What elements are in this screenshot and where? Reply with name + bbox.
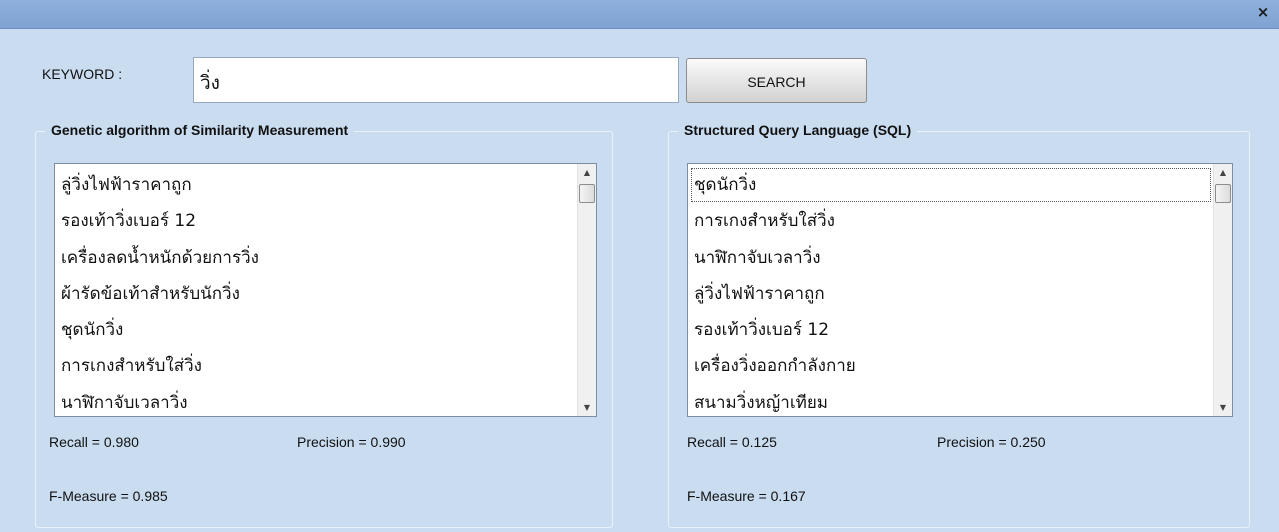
sql-results-listbox[interactable]: ชุดนักวิ่ง การเกงสำหรับใส่วิ่ง นาฬิกาจับ… bbox=[687, 163, 1233, 417]
sql-f-measure: F-Measure = 0.167 bbox=[687, 488, 806, 504]
sql-results-group: Structured Query Language (SQL) ชุดนักวิ… bbox=[668, 122, 1250, 528]
ga-scrollbar[interactable]: ▲ ▼ bbox=[577, 164, 596, 416]
ga-results-listbox[interactable]: ลู่วิ่งไฟฟ้าราคาถูก รองเท้าวิ่งเบอร์ 12 … bbox=[54, 163, 597, 417]
list-item[interactable]: รองเท้าวิ่งเบอร์ 12 bbox=[690, 312, 1212, 348]
title-bar: × bbox=[0, 0, 1279, 29]
scroll-down-arrow-icon[interactable]: ▼ bbox=[578, 399, 596, 416]
ga-results-group: Genetic algorithm of Similarity Measurem… bbox=[35, 122, 613, 528]
list-item[interactable]: เครื่องวิ่งออกกำลังกาย bbox=[690, 348, 1212, 384]
ga-group-title: Genetic algorithm of Similarity Measurem… bbox=[45, 122, 355, 138]
sql-precision: Precision = 0.250 bbox=[937, 434, 1046, 450]
list-item[interactable]: ลู่วิ่งไฟฟ้าราคาถูก bbox=[57, 167, 576, 203]
close-button[interactable]: × bbox=[1255, 3, 1271, 21]
ga-recall: Recall = 0.980 bbox=[49, 434, 139, 450]
list-item[interactable]: ชุดนักวิ่ง bbox=[57, 312, 576, 348]
search-button[interactable]: SEARCH bbox=[686, 58, 867, 103]
sql-scrollbar[interactable]: ▲ ▼ bbox=[1213, 164, 1232, 416]
scroll-thumb[interactable] bbox=[579, 184, 595, 203]
list-item[interactable]: การเกงสำหรับใส่วิ่ง bbox=[57, 348, 576, 384]
ga-precision: Precision = 0.990 bbox=[297, 434, 406, 450]
scroll-up-arrow-icon[interactable]: ▲ bbox=[1214, 164, 1232, 181]
scroll-thumb[interactable] bbox=[1215, 184, 1231, 203]
list-item[interactable]: รองเท้าวิ่งเบอร์ 12 bbox=[57, 203, 576, 239]
list-item[interactable]: ผ้ารัดข้อเท้าสำหรับนักวิ่ง bbox=[57, 276, 576, 312]
keyword-label: KEYWORD : bbox=[42, 66, 123, 82]
list-item[interactable]: เครื่องลดน้ำหนักด้วยการวิ่ง bbox=[57, 240, 576, 276]
list-item[interactable]: การเกงสำหรับใส่วิ่ง bbox=[690, 203, 1212, 239]
list-item[interactable]: นาฬิกาจับเวลาวิ่ง bbox=[57, 385, 576, 416]
list-item[interactable]: นาฬิกาจับเวลาวิ่ง bbox=[690, 240, 1212, 276]
sql-recall: Recall = 0.125 bbox=[687, 434, 777, 450]
list-item[interactable]: ลู่วิ่งไฟฟ้าราคาถูก bbox=[690, 276, 1212, 312]
ga-f-measure: F-Measure = 0.985 bbox=[49, 488, 168, 504]
scroll-up-arrow-icon[interactable]: ▲ bbox=[578, 164, 596, 181]
list-item[interactable]: สนามวิ่งหญ้าเทียม bbox=[690, 385, 1212, 416]
scroll-down-arrow-icon[interactable]: ▼ bbox=[1214, 399, 1232, 416]
list-item[interactable]: ชุดนักวิ่ง bbox=[690, 167, 1212, 203]
keyword-input[interactable]: วิ่ง bbox=[193, 57, 679, 103]
sql-group-title: Structured Query Language (SQL) bbox=[678, 122, 918, 138]
